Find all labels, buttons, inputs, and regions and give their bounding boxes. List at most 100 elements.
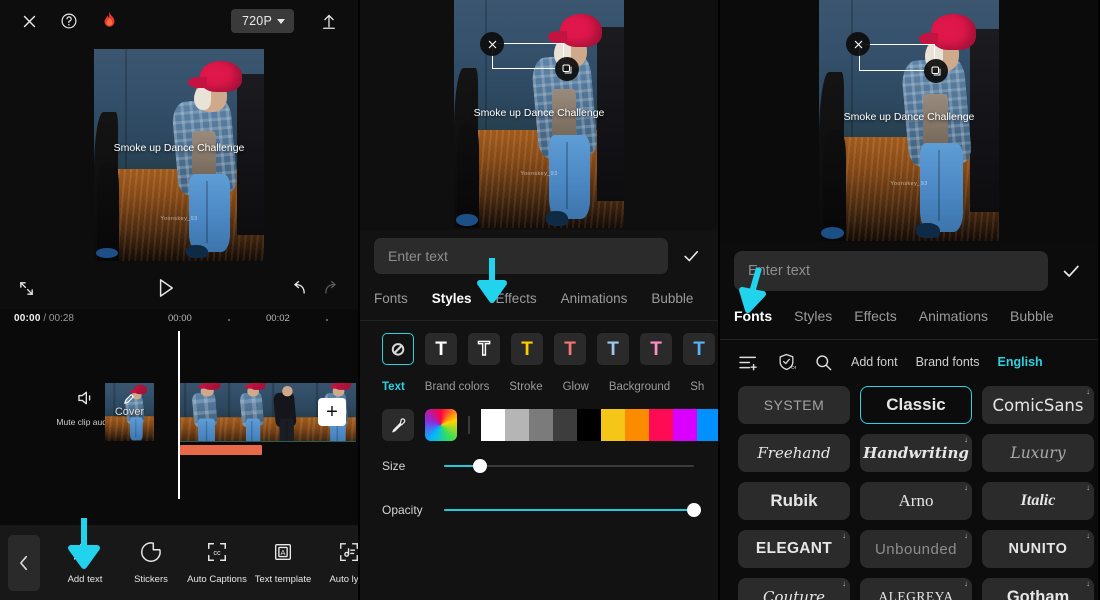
list-add-icon[interactable] [738, 354, 759, 371]
brand-fonts-button[interactable]: Brand fonts [916, 355, 980, 369]
subtab-text[interactable]: Text [382, 381, 405, 393]
play-icon[interactable] [157, 278, 175, 298]
style-preset-yellow[interactable]: T [511, 333, 543, 365]
subtab-shadow[interactable]: Sh [690, 381, 704, 393]
delete-text-handle[interactable] [480, 32, 504, 56]
add-font-button[interactable]: Add font [851, 355, 898, 369]
resolution-selector[interactable]: 720P [231, 9, 294, 33]
tool-text-template[interactable]: A Text template [250, 541, 316, 585]
video-canvas-fonts[interactable]: Smoke up Dance Challenge Yoonskey_93 [819, 0, 999, 241]
timeline-track[interactable]: Mute clip audio Cover + [0, 331, 358, 569]
app-screen: 720P Smoke up Dance Challenge Yoonskey_9… [0, 0, 1100, 600]
tab-styles[interactable]: Styles [794, 308, 832, 324]
upload-icon[interactable] [316, 8, 342, 34]
tab-bubble[interactable]: Bubble [651, 291, 693, 306]
font-item-rubik[interactable]: Rubik [738, 482, 850, 520]
tab-bubble[interactable]: Bubble [1010, 308, 1054, 324]
cover-thumbnail[interactable]: Cover [105, 383, 154, 441]
text-clip-bar[interactable] [180, 445, 262, 455]
text-styles-panel: Smoke up Dance Challenge Yoonskey_93 Ent… [358, 0, 720, 600]
undo-icon[interactable] [290, 280, 307, 296]
download-icon: ↓ [1086, 483, 1090, 492]
help-icon[interactable] [56, 8, 82, 34]
swatch[interactable] [673, 409, 697, 441]
tab-styles[interactable]: Styles [432, 291, 472, 306]
font-item-luxury[interactable]: Luxury [982, 434, 1094, 472]
font-item-arno[interactable]: Arno ↓ [860, 482, 972, 520]
divider [468, 416, 470, 434]
playhead[interactable] [178, 331, 181, 499]
video-canvas-styles[interactable]: Smoke up Dance Challenge Yoonskey_93 [454, 0, 624, 228]
font-item-elegant[interactable]: ELEGANT ↓ [738, 530, 850, 568]
swatch[interactable] [649, 409, 673, 441]
tab-fonts[interactable]: Fonts [374, 291, 408, 306]
color-wheel-icon[interactable] [425, 409, 457, 441]
subtab-glow[interactable]: Glow [563, 381, 589, 393]
font-item-couture[interactable]: Couture ↓ [738, 578, 850, 600]
chevron-left-icon[interactable] [8, 534, 40, 591]
eyedropper-icon[interactable] [382, 409, 414, 441]
style-preset-none[interactable]: ⊘ [382, 333, 414, 365]
fullscreen-icon[interactable] [18, 280, 35, 297]
font-item-gotham[interactable]: Gotham ↓ [982, 578, 1094, 600]
subtab-background[interactable]: Background [609, 381, 670, 393]
subtab-stroke[interactable]: Stroke [509, 381, 542, 393]
playback-controls [0, 267, 358, 309]
language-selector[interactable]: English [998, 355, 1043, 369]
swatch[interactable] [553, 409, 577, 441]
subtab-brand-colors[interactable]: Brand colors [425, 381, 490, 393]
delete-text-handle[interactable] [846, 32, 870, 56]
font-item-classic[interactable]: Classic [860, 386, 972, 424]
duplicate-text-handle[interactable] [924, 59, 948, 83]
add-clip-button[interactable]: + [318, 398, 346, 426]
search-icon[interactable] [814, 353, 833, 372]
tool-auto-lyric[interactable]: Auto lyric [316, 541, 358, 585]
check-icon[interactable] [678, 246, 704, 266]
font-item-alegreya[interactable]: ALEGREYA ↓ [860, 578, 972, 600]
font-item-unbounded[interactable]: Unbounded ↓ [860, 530, 972, 568]
swatch[interactable] [481, 409, 505, 441]
clip-frame [268, 383, 312, 441]
font-item-freehand[interactable]: Freehand [738, 434, 850, 472]
video-preview-area: Smoke up Dance Challenge Yoonskey_93 [0, 42, 358, 267]
download-icon: ↓ [1086, 579, 1090, 588]
style-preset-lightblue[interactable]: T [597, 333, 629, 365]
swatch[interactable] [577, 409, 601, 441]
size-slider[interactable] [444, 459, 694, 473]
editor-main-panel: 720P Smoke up Dance Challenge Yoonskey_9… [0, 0, 358, 600]
video-canvas[interactable]: Smoke up Dance Challenge Yoonskey_93 [94, 48, 264, 261]
tab-animations[interactable]: Animations [561, 291, 628, 306]
swatch[interactable] [697, 409, 718, 441]
style-preset-outline[interactable]: T [468, 333, 500, 365]
swatch[interactable] [529, 409, 553, 441]
style-preset-red[interactable]: T [554, 333, 586, 365]
style-preset-white[interactable]: T [425, 333, 457, 365]
font-item-italic[interactable]: Italic ↓ [982, 482, 1094, 520]
size-slider-knob[interactable] [473, 459, 487, 473]
swatch[interactable] [625, 409, 649, 441]
download-icon: ↓ [1086, 531, 1090, 540]
shield-off-icon[interactable]: OFF [777, 352, 796, 372]
close-icon[interactable] [16, 8, 42, 34]
timeline[interactable]: 00:00 / 00:28 00:00 00:02 Mute clip audi… [0, 309, 358, 569]
swatch[interactable] [505, 409, 529, 441]
opacity-slider-knob[interactable] [687, 503, 701, 517]
tool-auto-captions[interactable]: cc Auto Captions [184, 541, 250, 585]
flame-icon[interactable] [96, 8, 122, 34]
font-item-handwriting[interactable]: Handwriting ↓ [860, 434, 972, 472]
text-input-field[interactable]: Enter text [374, 238, 668, 274]
swatch[interactable] [601, 409, 625, 441]
redo-icon[interactable] [323, 280, 340, 296]
font-item-system[interactable]: SYSTEM [738, 386, 850, 424]
tool-stickers[interactable]: Stickers [118, 541, 184, 585]
opacity-slider[interactable] [444, 503, 701, 517]
tab-effects[interactable]: Effects [854, 308, 897, 324]
text-input-field[interactable]: Enter text [734, 251, 1048, 291]
style-preset-pink[interactable]: T [640, 333, 672, 365]
font-item-comicsans[interactable]: ComicSans ↓ [982, 386, 1094, 424]
font-item-nunito[interactable]: NUNITO ↓ [982, 530, 1094, 568]
style-preset-blue[interactable]: T [683, 333, 715, 365]
duplicate-text-handle[interactable] [555, 57, 579, 81]
tab-animations[interactable]: Animations [919, 308, 988, 324]
check-icon[interactable] [1058, 260, 1084, 282]
